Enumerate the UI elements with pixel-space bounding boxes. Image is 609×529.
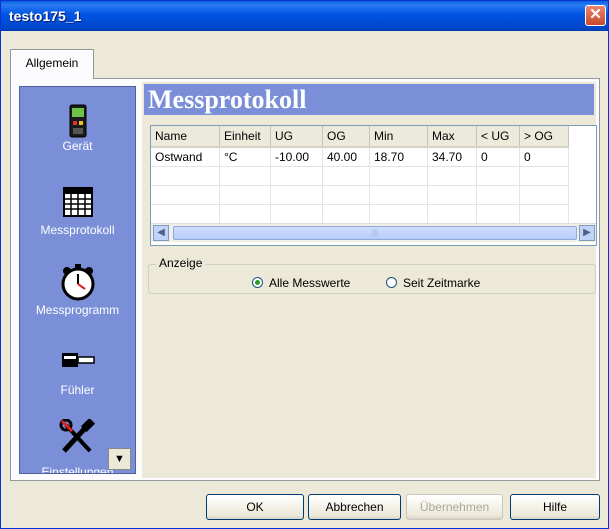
column-header[interactable]: UG	[270, 126, 323, 148]
table-header-row: Name Einheit UG OG Min Max < UG > OG	[151, 126, 569, 148]
column-header[interactable]: Min	[369, 126, 428, 148]
sidebar-scroll-down-button[interactable]: ▼	[108, 448, 131, 470]
table-grid-icon	[62, 187, 93, 217]
display-groupbox	[148, 264, 596, 294]
radio-since-timestamp[interactable]: Seit Zeitmarke	[386, 276, 480, 290]
table-cell: -10.00	[270, 147, 323, 167]
column-header[interactable]: Max	[427, 126, 477, 148]
sidebar-item-label: Messprogramm	[35, 303, 120, 317]
radio-label: Seit Zeitmarke	[403, 276, 481, 290]
probe-icon	[61, 353, 95, 367]
column-header[interactable]: < UG	[476, 126, 520, 148]
sidebar: Gerät Messprotokoll Messprogramm Fühler …	[19, 86, 136, 474]
sidebar-item-messprotokoll[interactable]: Messprotokoll	[20, 187, 135, 237]
column-header[interactable]: OG	[322, 126, 370, 148]
device-icon	[69, 104, 86, 138]
table-cell: 40.00	[322, 147, 370, 167]
radio-all-values[interactable]: Alle Messwerte	[252, 276, 350, 290]
column-header[interactable]: > OG	[519, 126, 569, 148]
radio-indicator	[386, 277, 397, 288]
column-header[interactable]: Einheit	[219, 126, 271, 148]
table-cell: °C	[219, 147, 271, 167]
sidebar-item-geraet[interactable]: Gerät	[20, 103, 135, 153]
sidebar-item-fuehler[interactable]: Fühler	[20, 347, 135, 397]
table-cell: 34.70	[427, 147, 477, 167]
table-row-empty	[151, 166, 569, 186]
title-bar[interactable]: testo175_1 ✕	[1, 1, 608, 31]
sidebar-item-label: Fühler	[60, 383, 95, 397]
chevron-left-icon: ◀	[157, 227, 165, 238]
radio-indicator	[252, 277, 263, 288]
close-button[interactable]: ✕	[585, 5, 606, 26]
horizontal-scrollbar[interactable]: ◀ ||| ▶	[151, 223, 596, 242]
scrollbar-thumb[interactable]: |||	[173, 226, 577, 240]
table-cell: 18.70	[369, 147, 428, 167]
stopwatch-icon	[61, 264, 94, 301]
table-cell: 0	[519, 147, 569, 167]
group-legend: Anzeige	[156, 256, 206, 270]
chevron-right-icon: ▶	[583, 227, 591, 238]
table-row-empty	[151, 185, 569, 205]
window-title: testo175_1	[9, 8, 82, 24]
scroll-right-button[interactable]: ▶	[579, 225, 595, 241]
table-cell: 0	[476, 147, 520, 167]
close-icon: ✕	[589, 6, 602, 23]
scroll-left-button[interactable]: ◀	[153, 225, 169, 241]
measurement-table[interactable]: Name Einheit UG OG Min Max < UG > OG Ost…	[150, 125, 597, 246]
table-row-empty	[151, 204, 569, 224]
tab-allgemein[interactable]: Allgemein	[10, 49, 94, 79]
page-title: Messprotokoll	[144, 84, 594, 115]
table-cell: Ostwand	[151, 147, 220, 167]
apply-button[interactable]: Übernehmen	[406, 494, 503, 520]
ok-button[interactable]: OK	[206, 494, 304, 520]
sidebar-item-label: Gerät	[62, 139, 93, 153]
column-header[interactable]: Name	[151, 126, 220, 148]
sidebar-item-label: Messprotokoll	[40, 223, 115, 237]
radio-label: Alle Messwerte	[269, 276, 351, 290]
help-button[interactable]: Hilfe	[510, 494, 600, 520]
tools-icon	[59, 419, 95, 453]
chevron-down-icon: ▼	[114, 453, 125, 465]
table-row[interactable]: Ostwand °C -10.00 40.00 18.70 34.70 0 0	[151, 147, 569, 167]
cancel-button[interactable]: Abbrechen	[308, 494, 401, 520]
sidebar-item-messprogramm[interactable]: Messprogramm	[20, 263, 135, 317]
